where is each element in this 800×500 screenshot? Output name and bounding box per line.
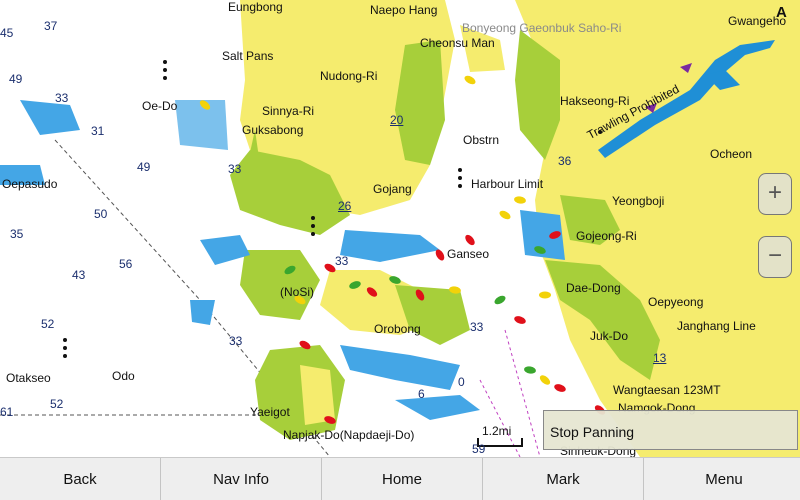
- depth-sounding: 43: [72, 268, 86, 282]
- depth-sounding: 35: [10, 227, 24, 241]
- depth-sounding: 52: [50, 397, 64, 411]
- place-label: Napjak-Do(Napdaeji-Do): [283, 428, 415, 442]
- place-label: Sinnya-Ri: [262, 104, 315, 118]
- place-label: Cheonsu Man: [420, 36, 495, 50]
- depth-sounding: 52: [41, 317, 55, 331]
- depth-sounding: 33: [470, 320, 484, 334]
- place-label: Guksabong: [242, 123, 304, 137]
- menu-button[interactable]: Menu: [644, 458, 800, 500]
- place-label: Oepasudo: [2, 177, 58, 191]
- place-label: Yaeigot: [250, 405, 290, 419]
- nav-info-button[interactable]: Nav Info: [161, 458, 322, 500]
- place-label: Oepyeong: [648, 295, 704, 309]
- depth-sounding: 50: [94, 207, 108, 221]
- place-label: Gojeong-Ri: [576, 229, 637, 243]
- depth-sounding: 59: [472, 442, 486, 456]
- depth-sounding: 33: [229, 334, 243, 348]
- zoom-in-button[interactable]: +: [758, 173, 792, 215]
- bottom-toolbar: Back Nav Info Home Mark Menu: [0, 457, 800, 500]
- home-button[interactable]: Home: [322, 458, 483, 500]
- place-label: Otakseo: [6, 371, 51, 385]
- depth-sounding: 45: [0, 26, 14, 40]
- depth-sounding: 0: [458, 375, 465, 389]
- place-label: Ocheon: [710, 147, 753, 161]
- place-label: Orobong: [374, 322, 421, 336]
- depth-sounding: 61: [0, 405, 14, 419]
- depth-sounding: 49: [137, 160, 151, 174]
- shallow-water: [175, 100, 228, 150]
- depth-sounding: 20: [390, 113, 404, 127]
- depth-sounding: 49: [9, 72, 23, 86]
- depth-sounding: 13: [653, 351, 667, 365]
- place-label: Nudong-Ri: [320, 69, 378, 83]
- depth-sounding: 33: [335, 254, 349, 268]
- place-label: Juk-Do: [590, 329, 629, 343]
- place-label: Obstrn: [463, 133, 500, 147]
- place-label: Salt Pans: [222, 49, 274, 63]
- depth-sounding: 33: [55, 91, 69, 105]
- depth-sounding: 37: [44, 19, 58, 33]
- depth-sounding: 33: [228, 162, 242, 176]
- north-indicator-icon[interactable]: A: [776, 4, 787, 21]
- depth-sounding: 6: [418, 387, 425, 401]
- place-label: (NoSi): [280, 285, 315, 299]
- place-label: Oe-Do: [142, 99, 178, 113]
- zoom-out-button[interactable]: −: [758, 236, 792, 278]
- place-label: Bonyeong Gaeonbuk Saho-Ri: [462, 21, 622, 35]
- back-button[interactable]: Back: [0, 458, 161, 500]
- place-label: Ganseo: [447, 247, 490, 261]
- place-label: Janghang Line: [677, 319, 756, 333]
- land-island-south: [300, 365, 335, 425]
- place-label: Harbour Limit: [471, 177, 544, 191]
- place-label: Naepo Hang: [370, 3, 438, 17]
- depth-sounding: 26: [338, 199, 352, 213]
- mark-button[interactable]: Mark: [483, 458, 644, 500]
- place-label: Gojang: [373, 182, 412, 196]
- depth-sounding: 56: [119, 257, 133, 271]
- place-label: Odo: [112, 369, 135, 383]
- depth-sounding: 36: [558, 154, 572, 168]
- depth-sounding: 31: [91, 124, 105, 138]
- place-label: Hakseong-Ri: [560, 94, 630, 108]
- stop-panning-button[interactable]: Stop Panning: [543, 410, 798, 450]
- place-label: Wangtaesan 123MT: [613, 383, 721, 397]
- place-label: Dae-Dong: [566, 281, 621, 295]
- place-label: Yeongboji: [612, 194, 665, 208]
- scale-label: 1.2mi: [482, 424, 512, 438]
- place-label: Eungbong: [228, 0, 283, 14]
- chart-screen: Eungbong Naepo Hang Bonyeong Gaeonbuk Sa…: [0, 0, 800, 500]
